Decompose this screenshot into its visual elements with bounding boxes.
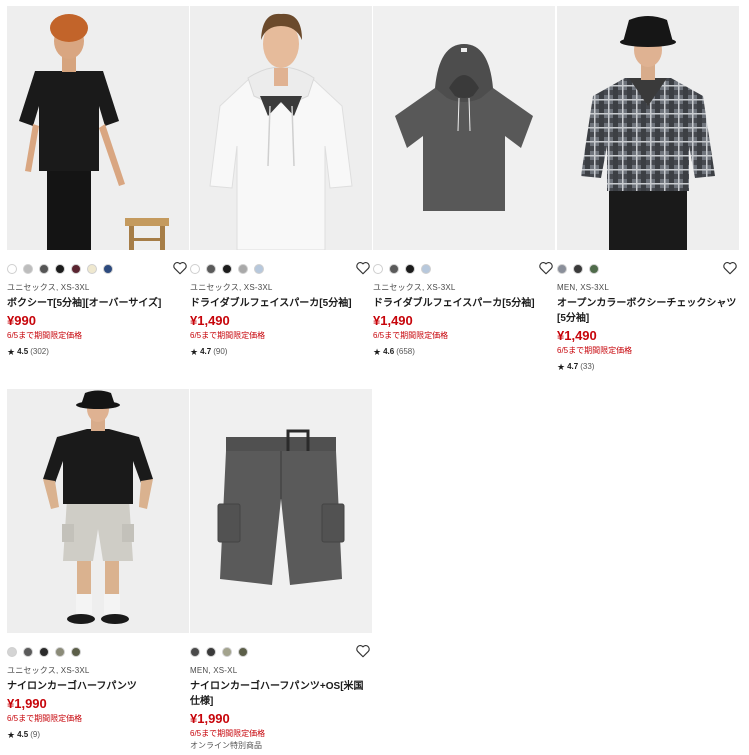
product-price: ¥1,990 — [190, 711, 230, 726]
review-count: (90) — [213, 347, 228, 356]
star-icon: ★ — [190, 347, 199, 357]
color-swatches — [190, 642, 372, 662]
color-swatch[interactable] — [23, 647, 33, 657]
gender-size: ユニセックス, XS-3XL — [373, 283, 456, 292]
gender-size: MEN, XS-XL — [190, 666, 238, 675]
review-count: (658) — [396, 347, 415, 356]
product-image[interactable] — [7, 389, 189, 633]
color-swatches — [190, 259, 372, 279]
color-swatch[interactable] — [421, 264, 431, 274]
star-icon: ★ — [373, 347, 382, 357]
color-swatches — [7, 259, 189, 279]
rating-score: 4.7 — [567, 362, 579, 371]
review-count: (9) — [30, 730, 40, 739]
color-swatch[interactable] — [589, 264, 599, 274]
product-card[interactable]: ユニセックス, XS-3XL ドライダブルフェイスパーカ[5分袖] ¥1,490… — [190, 6, 372, 358]
product-card[interactable]: MEN, XS-XL ナイロンカーゴハーフパンツ+OS[米国仕様] ¥1,990… — [190, 389, 372, 752]
color-swatch[interactable] — [573, 264, 583, 274]
rating: ★ 4.7 (33) — [557, 361, 739, 373]
rating: ★ 4.5 (9) — [7, 729, 189, 741]
rating-score: 4.6 — [383, 347, 395, 356]
rating-score: 4.5 — [17, 730, 29, 739]
heart-outline-icon[interactable] — [355, 644, 371, 658]
rating-score: 4.7 — [200, 347, 212, 356]
color-swatch[interactable] — [206, 647, 216, 657]
color-swatch[interactable] — [405, 264, 415, 274]
product-image[interactable] — [7, 6, 189, 250]
review-count: (33) — [580, 362, 595, 371]
product-name[interactable]: ナイロンカーゴハーフパンツ+OS[米国仕様] — [190, 679, 372, 709]
color-swatch[interactable] — [238, 647, 248, 657]
color-swatch[interactable] — [39, 647, 49, 657]
rating-score: 4.5 — [17, 347, 29, 356]
product-price: ¥1,490 — [190, 313, 230, 328]
product-price: ¥1,990 — [7, 696, 47, 711]
rating: ★ 4.7 (90) — [190, 346, 372, 358]
color-swatches — [7, 642, 189, 662]
color-swatch[interactable] — [238, 264, 248, 274]
online-exclusive-label: オンライン特別商品 — [190, 741, 262, 750]
color-swatch[interactable] — [39, 264, 49, 274]
product-name[interactable]: ドライダブルフェイスパーカ[5分袖] — [190, 296, 372, 311]
promo-label: 6/5まで期間限定価格 — [557, 346, 633, 355]
gender-size: ユニセックス, XS-3XL — [7, 283, 90, 292]
color-swatch[interactable] — [190, 647, 200, 657]
promo-label: 6/5まで期間限定価格 — [190, 729, 266, 738]
color-swatch[interactable] — [71, 647, 81, 657]
product-price: ¥1,490 — [373, 313, 413, 328]
color-swatch[interactable] — [222, 264, 232, 274]
promo-label: 6/5まで期間限定価格 — [7, 714, 83, 723]
product-name[interactable]: オープンカラーボクシーチェックシャツ[5分袖] — [557, 296, 739, 326]
product-card[interactable]: MEN, XS-3XL オープンカラーボクシーチェックシャツ[5分袖] ¥1,4… — [557, 6, 739, 373]
product-price: ¥1,490 — [557, 328, 597, 343]
promo-label: 6/5まで期間限定価格 — [373, 331, 449, 340]
gender-size: ユニセックス, XS-3XL — [7, 666, 90, 675]
product-card[interactable]: ユニセックス, XS-3XL ナイロンカーゴハーフパンツ ¥1,990 6/5ま… — [7, 389, 189, 741]
color-swatch[interactable] — [7, 264, 17, 274]
heart-outline-icon[interactable] — [722, 261, 738, 275]
promo-label: 6/5まで期間限定価格 — [7, 331, 83, 340]
color-swatch[interactable] — [222, 647, 232, 657]
product-name[interactable]: ナイロンカーゴハーフパンツ — [7, 679, 189, 694]
color-swatches — [373, 259, 555, 279]
color-swatch[interactable] — [23, 264, 33, 274]
color-swatch[interactable] — [389, 264, 399, 274]
color-swatch[interactable] — [254, 264, 264, 274]
rating: ★ 4.6 (658) — [373, 346, 555, 358]
gender-size: ユニセックス, XS-3XL — [190, 283, 273, 292]
product-image[interactable] — [373, 6, 555, 250]
color-swatch[interactable] — [55, 647, 65, 657]
color-swatch[interactable] — [55, 264, 65, 274]
color-swatch[interactable] — [87, 264, 97, 274]
star-icon: ★ — [7, 347, 16, 357]
color-swatch[interactable] — [557, 264, 567, 274]
color-swatch[interactable] — [190, 264, 200, 274]
color-swatch[interactable] — [206, 264, 216, 274]
color-swatch[interactable] — [71, 264, 81, 274]
color-swatch[interactable] — [7, 647, 17, 657]
product-card[interactable]: ユニセックス, XS-3XL ドライダブルフェイスパーカ[5分袖] ¥1,490… — [373, 6, 555, 358]
review-count: (302) — [30, 347, 49, 356]
product-name[interactable]: ドライダブルフェイスパーカ[5分袖] — [373, 296, 555, 311]
product-image[interactable] — [557, 6, 739, 250]
gender-size: MEN, XS-3XL — [557, 283, 609, 292]
heart-outline-icon[interactable] — [172, 261, 188, 275]
star-icon: ★ — [7, 730, 16, 740]
color-swatches — [557, 259, 739, 279]
heart-outline-icon[interactable] — [355, 261, 371, 275]
product-name[interactable]: ボクシーT[5分袖][オーバーサイズ] — [7, 296, 189, 311]
product-card[interactable]: ユニセックス, XS-3XL ボクシーT[5分袖][オーバーサイズ] ¥990 … — [7, 6, 189, 358]
rating: ★ 4.5 (302) — [7, 346, 189, 358]
color-swatch[interactable] — [373, 264, 383, 274]
color-swatch[interactable] — [103, 264, 113, 274]
product-image[interactable] — [190, 389, 372, 633]
promo-label: 6/5まで期間限定価格 — [190, 331, 266, 340]
product-image[interactable] — [190, 6, 372, 250]
heart-outline-icon[interactable] — [538, 261, 554, 275]
star-icon: ★ — [557, 362, 566, 372]
product-price: ¥990 — [7, 313, 36, 328]
